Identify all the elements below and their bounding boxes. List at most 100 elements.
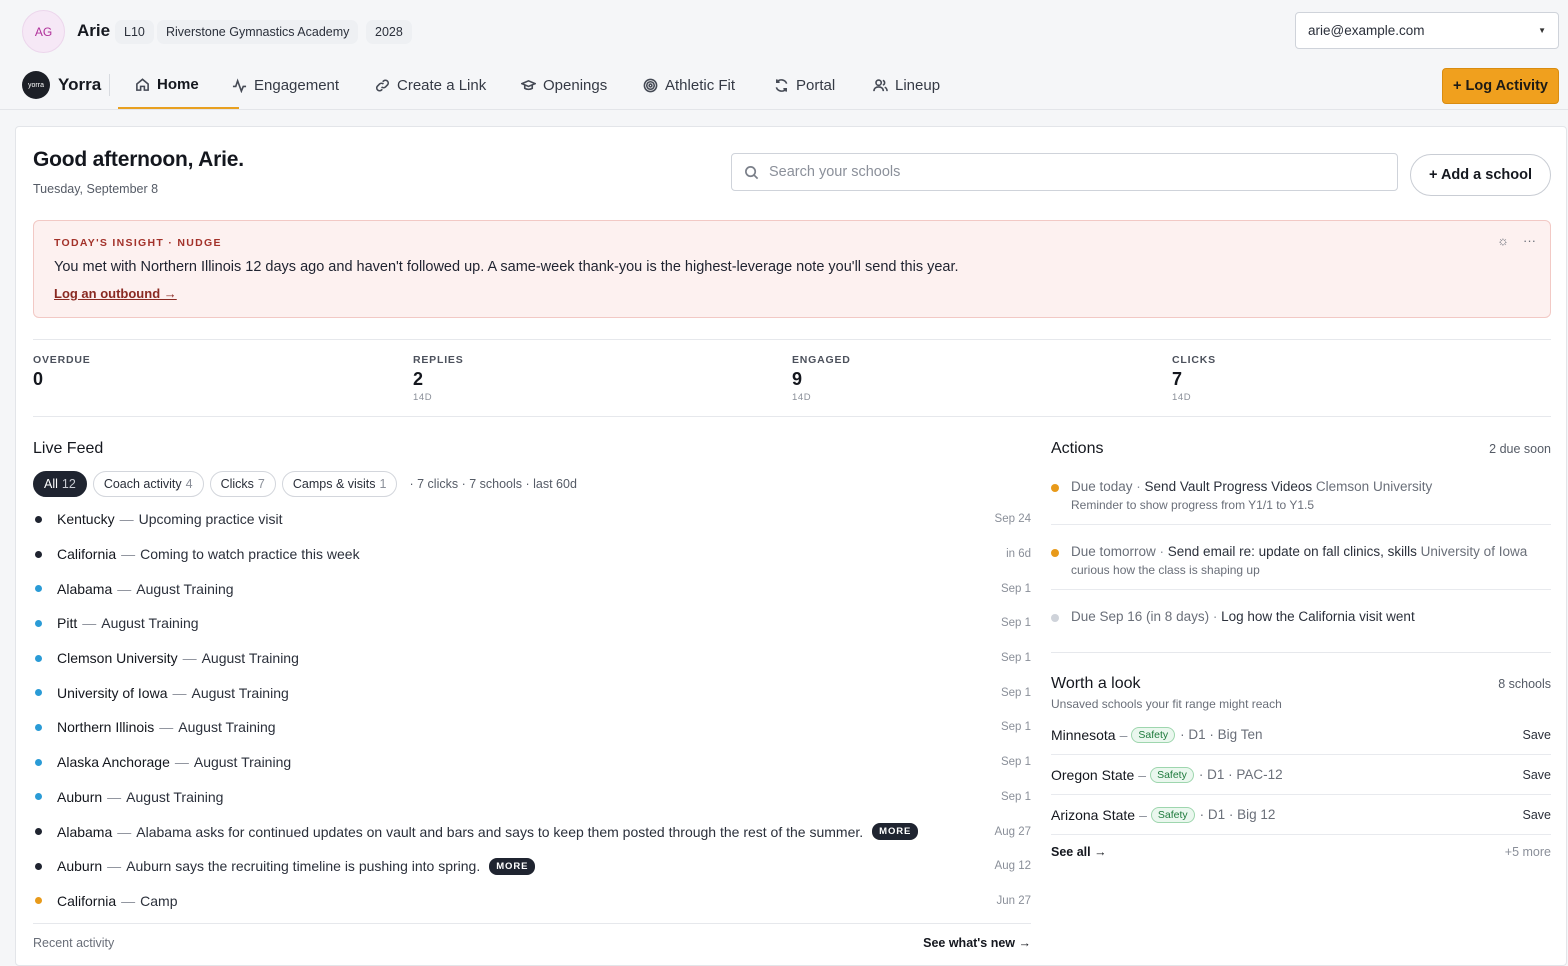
feed-description: Camp bbox=[140, 892, 178, 909]
user-name: Arie bbox=[77, 21, 111, 40]
action-line: Due tomorrow · Send email re: update on … bbox=[1071, 543, 1551, 561]
feed-description: August Training bbox=[126, 788, 224, 805]
feed-school: California bbox=[57, 892, 117, 909]
level-badge: L10 bbox=[115, 20, 154, 44]
more-button[interactable]: MORE bbox=[872, 823, 919, 841]
search-input[interactable] bbox=[769, 164, 1369, 180]
dashboard-card: Good afternoon, Arie. Tuesday, September… bbox=[15, 126, 1567, 966]
feed-item[interactable]: Alaska Anchorage — August Training Sep 1 bbox=[33, 745, 1033, 780]
feed-item-text: Kentucky — Upcoming practice visit bbox=[57, 511, 283, 527]
feed-description: August Training bbox=[201, 650, 299, 667]
see-all-link[interactable]: See all → bbox=[1051, 845, 1107, 859]
search-icon bbox=[745, 165, 759, 179]
worth-item[interactable]: Oregon State – Safety · D1 · PAC-12 Save bbox=[1051, 755, 1551, 795]
worth-item[interactable]: Minnesota – Safety · D1 · Big Ten Save bbox=[1051, 715, 1551, 755]
feed-description: August Training bbox=[136, 580, 234, 597]
more-icon[interactable]: ··· bbox=[1523, 233, 1536, 248]
feed-item[interactable]: University of Iowa — August Training Sep 1 bbox=[33, 675, 1033, 710]
nav-home[interactable]: Home bbox=[118, 62, 239, 109]
feed-school: Alabama bbox=[57, 580, 113, 597]
filter-all[interactable]: All 12 bbox=[33, 471, 87, 497]
insight-text: You met with Northern Illinois 12 days a… bbox=[54, 259, 959, 275]
feed-time: Sep 1 bbox=[1000, 790, 1031, 803]
link-icon bbox=[376, 79, 389, 92]
feed-item[interactable]: California — Camp Jun 27 bbox=[33, 884, 1033, 919]
worth-subtitle: Unsaved schools your fit range might rea… bbox=[1051, 697, 1282, 711]
log-outbound-link[interactable]: Log an outbound → bbox=[54, 286, 177, 301]
nav-create-link[interactable]: Create a Link bbox=[375, 62, 486, 109]
nav-athletic-fit[interactable]: Athletic Fit bbox=[643, 62, 735, 109]
stat-value: 7 bbox=[1172, 369, 1183, 389]
more-button[interactable]: MORE bbox=[489, 857, 536, 875]
action-item[interactable]: Due today · Send Vault Progress Videos C… bbox=[1051, 478, 1551, 525]
action-line: Due Sep 16 (in 8 days) · Log how the Cal… bbox=[1071, 608, 1551, 626]
feed-dot-icon bbox=[35, 654, 42, 662]
filter-camps-visits[interactable]: Camps & visits 1 bbox=[281, 471, 398, 497]
avatar[interactable]: AG bbox=[22, 10, 65, 53]
target-icon bbox=[643, 78, 658, 93]
action-note: curious how the class is shaping up bbox=[1071, 563, 1260, 577]
sun-icon[interactable]: ☼ bbox=[1497, 233, 1509, 248]
feed-item[interactable]: Clemson University — August Training Sep 1 bbox=[33, 641, 1033, 676]
feed-item-text: Alabama — Alabama asks for continued updat… bbox=[57, 823, 919, 841]
separator: – bbox=[1138, 766, 1147, 783]
feed-dot-icon bbox=[35, 862, 42, 870]
feed-list: Kentucky — Upcoming practice visit Sep 24 Ca… bbox=[33, 502, 1033, 918]
add-school-button[interactable]: + Add a school bbox=[1410, 154, 1551, 196]
feed-school: Kentucky bbox=[57, 511, 115, 528]
feed-item[interactable]: Auburn — August Training Sep 1 bbox=[33, 780, 1033, 815]
feed-item-text: Alabama — August Training bbox=[57, 581, 234, 597]
nav-openings[interactable]: Openings bbox=[521, 62, 607, 109]
action-item[interactable]: Due tomorrow · Send email re: update on … bbox=[1051, 543, 1551, 590]
account-select[interactable]: arie@example.com ▼ bbox=[1295, 12, 1559, 49]
nav-portal[interactable]: Portal bbox=[774, 62, 835, 109]
filter-coach-activity[interactable]: Coach activity 4 bbox=[92, 471, 204, 497]
save-button[interactable]: Save bbox=[1523, 768, 1552, 782]
worth-item[interactable]: Arizona State – Safety · D1 · Big 12 Save bbox=[1051, 795, 1551, 835]
brand[interactable]: yorra Yorra bbox=[22, 71, 101, 99]
status-dot-icon bbox=[1051, 614, 1059, 622]
feed-dot-icon bbox=[35, 723, 42, 731]
search-box[interactable] bbox=[731, 153, 1398, 191]
feed-description: Auburn says the recruiting timeline is p… bbox=[126, 858, 481, 875]
safety-badge: Safety bbox=[1150, 766, 1194, 783]
home-icon bbox=[136, 78, 149, 91]
feed-description: August Training bbox=[178, 719, 276, 736]
feed-item[interactable]: Auburn — Auburn says the recruiting timeli… bbox=[33, 849, 1033, 884]
feed-dot-icon bbox=[35, 897, 42, 905]
feed-item[interactable]: Alabama — Alabama asks for continued updat… bbox=[33, 814, 1033, 849]
activity-icon bbox=[232, 78, 247, 93]
feed-item-text: California — Camp bbox=[57, 893, 178, 909]
feed-item[interactable]: Pitt — August Training Sep 1 bbox=[33, 606, 1033, 641]
feed-time: Sep 1 bbox=[1000, 582, 1031, 595]
safety-badge: Safety bbox=[1150, 806, 1195, 823]
feed-item[interactable]: Northern Illinois — August Training Sep 1 bbox=[33, 710, 1033, 745]
feed-school: University of Iowa bbox=[57, 684, 168, 701]
filter-clicks[interactable]: Clicks 7 bbox=[209, 471, 276, 497]
top-bar: AG Arie L10 Riverstone Gymnastics Academ… bbox=[0, 0, 1568, 62]
feed-description: August Training bbox=[101, 615, 199, 632]
feed-item[interactable]: California — Coming to watch practice this… bbox=[33, 537, 1033, 572]
save-button[interactable]: Save bbox=[1523, 728, 1552, 742]
insight-banner: TODAY'S INSIGHT · NUDGE You met with Nor… bbox=[33, 220, 1551, 318]
see-whats-new-link[interactable]: See what's new → bbox=[923, 936, 1031, 950]
feed-summary: · 7 clicks · 7 schools · last 60d bbox=[409, 477, 577, 491]
worth-a-look-section: Worth a look 8 schools Unsaved schools y… bbox=[1051, 652, 1551, 859]
separator: – bbox=[1139, 806, 1147, 823]
feed-item[interactable]: Alabama — August Training Sep 1 bbox=[33, 571, 1033, 606]
chip-count: 4 bbox=[185, 477, 193, 491]
feed-item[interactable]: Kentucky — Upcoming practice visit Sep 24 bbox=[33, 502, 1033, 537]
nav-lineup[interactable]: Lineup bbox=[873, 62, 940, 109]
action-item[interactable]: Due Sep 16 (in 8 days) · Log how the Cal… bbox=[1051, 608, 1551, 626]
separator: — bbox=[121, 546, 136, 563]
log-activity-button[interactable]: + Log Activity bbox=[1442, 68, 1559, 104]
feed-item-text: Clemson University — August Training bbox=[57, 650, 299, 666]
chip-count: 12 bbox=[61, 477, 76, 491]
feed-time: in 6d bbox=[1006, 548, 1031, 561]
class-year-badge: 2028 bbox=[366, 20, 412, 44]
nav-engagement[interactable]: Engagement bbox=[232, 62, 339, 109]
users-icon bbox=[873, 79, 888, 92]
status-dot-icon bbox=[1051, 484, 1059, 492]
separator: – bbox=[1119, 726, 1128, 743]
save-button[interactable]: Save bbox=[1523, 808, 1552, 822]
